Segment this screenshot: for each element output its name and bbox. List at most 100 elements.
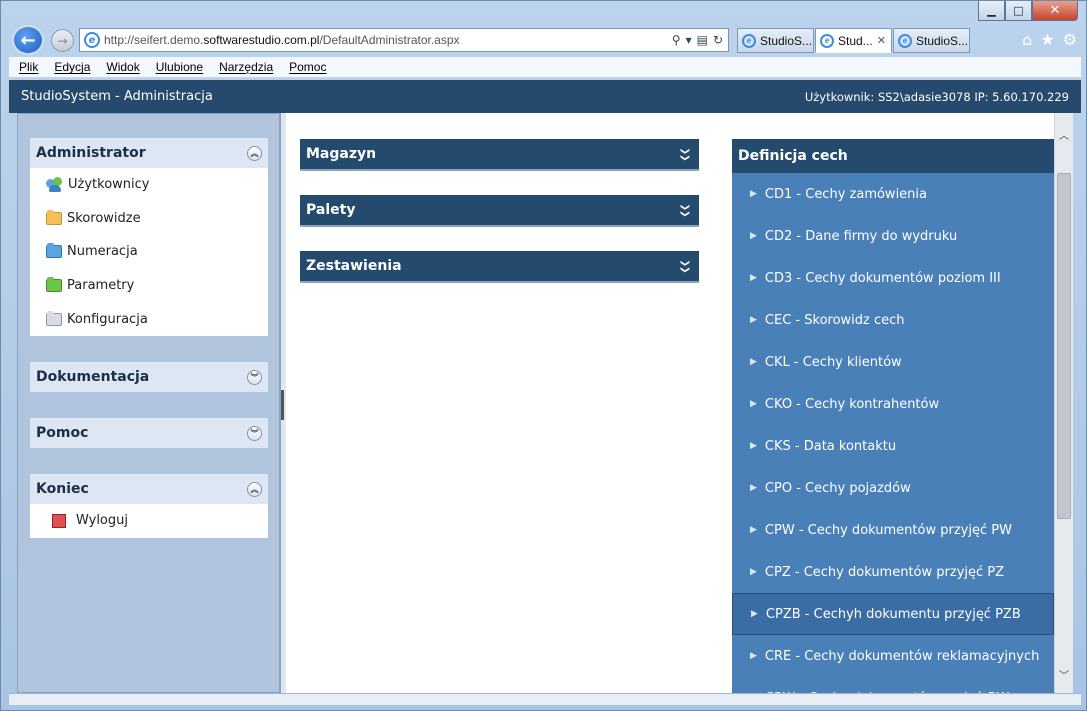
compatibility-icon[interactable]: ▤ [697,33,708,47]
sidebar-item-skorowidze[interactable]: Skorowidze [30,202,268,236]
folder-yellow-icon [46,209,62,225]
tab-close-icon[interactable]: ✕ [877,34,886,47]
definition-item[interactable]: ▶ CPZ - Cechy dokumentów przyjęć PZ [732,551,1054,593]
sidebar-item-konfiguracja[interactable]: Konfiguracja [30,302,268,336]
definition-item-label: CKL - Cechy klientów [764,354,902,370]
sidebar-item-numeracja[interactable]: Numeracja [30,235,268,269]
expand-chevron-down-icon[interactable]: ︾ [247,369,262,385]
triangle-right-icon: ▶ [750,189,757,199]
collapse-chevron-up-icon[interactable]: ︽ [247,145,262,161]
panel-body-koniec: Wyloguj [30,504,268,538]
definition-item[interactable]: ▶CRW - Cechy dokumentów wydań RW [732,677,1054,694]
home-icon[interactable]: ⌂ [1022,30,1032,49]
url-text[interactable]: http://seifert.demo.softwarestudio.com.p… [104,33,460,47]
panel-pomoc: Pomoc ︾ [30,418,268,448]
definitions-header: Definicja cech [732,139,1054,173]
ie-tab-icon: e [898,33,912,48]
vertical-scrollbar[interactable]: ︿ ﹀ [1054,113,1073,693]
definition-item[interactable]: ▶ CD3 - Cechy dokumentów poziom III [732,257,1054,299]
navigation-row: ← → e http://seifert.demo.softwarestudio… [9,25,1081,55]
panel-header-koniec[interactable]: Koniec ︽ [30,474,268,504]
definition-item-label: CPW - Cechy dokumentów przyjęć PW [764,522,1012,538]
arrow-left-icon: ← [20,29,36,51]
browser-tab-2[interactable]: e Stud... ✕ [815,28,892,53]
collapse-chevron-up-icon[interactable]: ︽ [247,481,262,497]
sidebar-item-uzytkownicy[interactable]: Użytkownicy [30,168,268,202]
close-window-button[interactable]: ✕ [1032,1,1078,21]
arrow-right-icon: → [57,33,68,48]
maximize-button[interactable]: □ [1005,1,1032,21]
definition-item-label: CEC - Skorowidz cech [764,312,905,328]
definition-item[interactable]: ▶ CPO - Cechy pojazdów [732,467,1054,509]
triangle-right-icon: ▶ [750,483,757,493]
panel-header-pomoc[interactable]: Pomoc ︾ [30,418,268,448]
forward-button[interactable]: → [51,29,74,52]
search-icon[interactable]: ⚲ [672,33,681,47]
definition-item[interactable]: ▶ CKO - Cechy kontrahentów [732,383,1054,425]
ie-tab-icon: e [742,33,756,48]
browser-window: ▁ □ ✕ ← → e http://seifert.demo.software… [0,0,1087,711]
minimize-button[interactable]: ▁ [978,1,1005,21]
triangle-right-icon: ▶ [751,609,758,619]
dropdown-icon[interactable]: ▾ [686,33,692,47]
folder-gray-icon [46,310,62,326]
window-controls: ▁ □ ✕ [978,1,1078,21]
scroll-down-arrow-icon[interactable]: ﹀ [1055,665,1073,683]
sidebar-item-parametry[interactable]: Parametry [30,269,268,303]
panel-header-administrator[interactable]: Administrator ︽ [30,138,268,168]
menu-bar: Plik Edycja Widok Ulubione Narzędzia Pom… [9,57,1081,78]
menu-pomoc[interactable]: Pomoc [289,60,326,74]
panel-koniec: Koniec ︽ Wyloguj [30,474,268,538]
refresh-icon[interactable]: ↻ [713,33,723,47]
menu-plik[interactable]: Plik [19,60,38,74]
app-title: StudioSystem - Administracja [21,89,213,104]
definition-item-label: CD2 - Dane firmy do wydruku [764,228,958,244]
logout-icon [52,513,66,528]
sidebar-item-wyloguj[interactable]: Wyloguj [30,504,268,538]
back-button[interactable]: ← [12,25,44,55]
expand-chevron-down-icon[interactable]: ︾ [247,425,262,441]
scroll-up-arrow-icon[interactable]: ︿ [1055,125,1073,143]
double-chevron-down-icon[interactable]: ❯❯ [679,147,689,160]
folder-blue-icon [46,243,62,259]
definition-item-label: CD1 - Cechy zamówienia [764,186,927,202]
section-magazyn[interactable]: Magazyn ❯❯ [300,139,699,171]
app-header: StudioSystem - Administracja Użytkownik:… [9,80,1081,113]
gear-icon[interactable]: ⚙ [1063,30,1077,49]
panel-header-dokumentacja[interactable]: Dokumentacja ︾ [30,362,268,392]
triangle-right-icon: ▶ [750,567,757,577]
address-bar[interactable]: e http://seifert.demo.softwarestudio.com… [79,28,729,52]
definition-item-label: CRE - Cechy dokumentów reklamacyjnych [764,648,1040,664]
menu-widok[interactable]: Widok [106,60,139,74]
browser-tab-1[interactable]: e StudioS... [737,28,814,53]
definitions-panel: Definicja cech ▶ CD1 - Cechy zamówienia ▶ C… [732,139,1054,693]
double-chevron-down-icon[interactable]: ❯❯ [679,203,689,216]
window-bottom-border [9,693,1081,705]
favorites-star-icon[interactable]: ★ [1040,30,1054,49]
browser-tools: ⌂ ★ ⚙ [1022,30,1077,49]
definition-item[interactable]: ▶ CD2 - Dane firmy do wydruku [732,215,1054,257]
triangle-right-icon: ▶ [750,357,757,367]
double-chevron-down-icon[interactable]: ❯❯ [679,259,689,272]
definition-item[interactable]: ▶ CRE - Cechy dokumentów reklamacyjnych [732,635,1054,677]
scroll-thumb[interactable] [1057,173,1071,519]
panel-administrator: Administrator ︽ Użytkownicy Skorowidze N… [30,138,268,336]
definition-item[interactable]: ▶ CEC - Skorowidz cech [732,299,1054,341]
ie-tab-icon: e [820,33,834,48]
definition-item[interactable]: ▶ CKL - Cechy klientów [732,341,1054,383]
section-zestawienia[interactable]: Zestawienia ❯❯ [300,251,699,283]
menu-ulubione[interactable]: Ulubione [156,60,203,74]
definition-item[interactable]: ▶ CKS - Data kontaktu [732,425,1054,467]
section-palety[interactable]: Palety ❯❯ [300,195,699,227]
definition-item[interactable]: ▶ CD1 - Cechy zamówienia [732,173,1054,215]
definition-item[interactable]: ▶ CPW - Cechy dokumentów przyjęć PW [732,509,1054,551]
menu-edycja[interactable]: Edycja [54,60,90,74]
definition-item-label: CPZ - Cechy dokumentów przyjęć PZ [764,564,1005,580]
definition-item[interactable]: ▶ CPZB - Cechyh dokumentu przyjęć PZB [732,593,1054,635]
splitter-handle[interactable] [281,390,284,420]
menu-narzedzia[interactable]: Narzędzia [219,60,273,74]
browser-tab-3[interactable]: e StudioS... [893,28,970,53]
panel-body-administrator: Użytkownicy Skorowidze Numeracja Paramet… [30,168,268,336]
triangle-right-icon: ▶ [750,231,757,241]
triangle-right-icon: ▶ [750,315,757,325]
